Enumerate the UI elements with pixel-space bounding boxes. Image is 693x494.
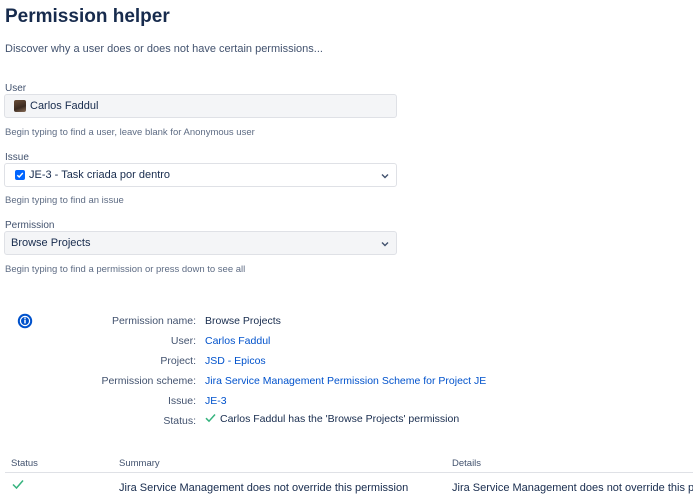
result-user-label: User: [170, 335, 196, 347]
project-link[interactable]: JSD - Epicos [205, 355, 266, 367]
issue-help: Begin typing to find an issue [5, 195, 124, 206]
user-picker[interactable]: Carlos Faddul [4, 94, 397, 118]
chevron-down-icon[interactable] [380, 171, 390, 181]
result-issue-link[interactable]: JE-3 [205, 395, 227, 407]
issue-label: Issue [5, 152, 29, 163]
check-icon [205, 413, 216, 423]
row-summary: Jira Service Management does not overrid… [119, 482, 409, 494]
user-value: Carlos Faddul [30, 100, 99, 112]
scheme-link[interactable]: Jira Service Management Permission Schem… [205, 375, 486, 387]
avatar [14, 100, 26, 112]
user-label: User [5, 83, 27, 94]
check-icon [12, 480, 24, 490]
row-details: Jira Service Management does not overrid… [452, 482, 693, 494]
info-icon [17, 313, 33, 329]
result-user-link[interactable]: Carlos Faddul [205, 335, 270, 347]
permission-value: Browse Projects [11, 237, 91, 249]
result-issue-label: Issue: [167, 395, 196, 407]
status-value: Carlos Faddul has the 'Browse Projects' … [205, 413, 459, 425]
permission-name-label: Permission name: [111, 315, 196, 327]
th-summary: Summary [119, 458, 160, 469]
issue-type-icon [15, 170, 25, 180]
th-status: Status [11, 458, 38, 469]
th-details: Details [452, 458, 482, 469]
page-subtitle: Discover why a user does or does not hav… [5, 43, 323, 55]
user-help: Begin typing to find a user, leave blank… [5, 127, 255, 138]
project-label: Project: [160, 355, 196, 367]
issue-value: JE-3 - Task criada por dentro [29, 169, 171, 181]
issue-picker[interactable]: JE-3 - Task criada por dentro [4, 163, 397, 187]
chevron-down-icon[interactable] [380, 239, 390, 249]
permission-select[interactable]: Browse Projects [4, 231, 397, 255]
permission-help: Begin typing to find a permission or pre… [5, 264, 246, 275]
scheme-label: Permission scheme: [101, 375, 196, 387]
permission-label: Permission [5, 220, 55, 231]
status-label: Status: [163, 415, 196, 427]
permission-name-value: Browse Projects [205, 315, 281, 327]
table-divider [5, 472, 693, 473]
status-text: Carlos Faddul has the 'Browse Projects' … [220, 413, 460, 425]
page-title: Permission helper [5, 6, 170, 27]
